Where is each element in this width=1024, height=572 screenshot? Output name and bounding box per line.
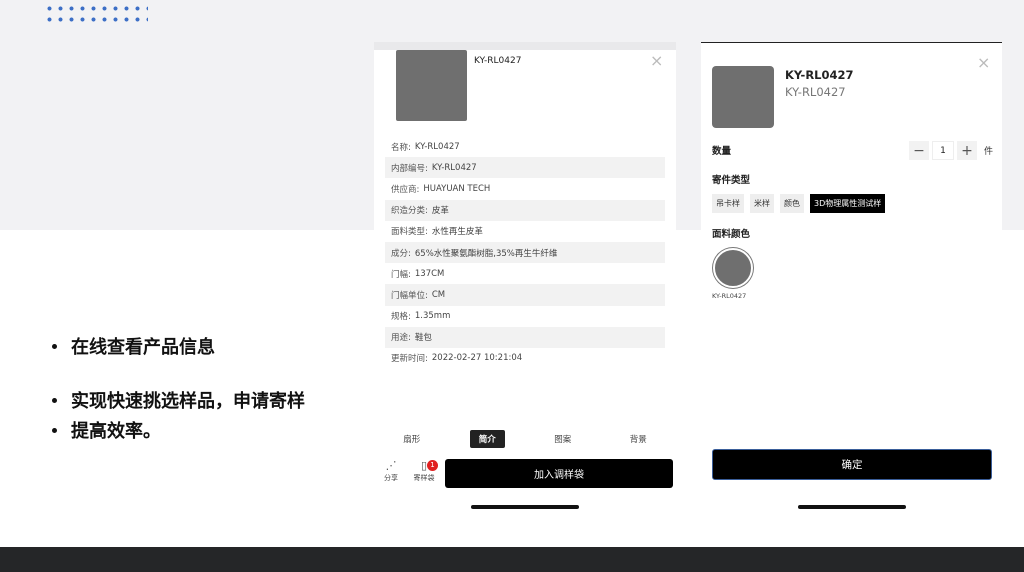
info-value: KY-RL0427	[414, 141, 460, 152]
header-shade	[374, 42, 676, 50]
info-key: 用途:	[391, 333, 411, 344]
info-value: 1.35mm	[414, 311, 451, 322]
info-key: 名称:	[391, 142, 411, 153]
bullet-item: 提高效率。	[52, 418, 352, 442]
type-option-hang-card[interactable]: 吊卡样	[712, 194, 744, 213]
info-key: 更新时间:	[391, 354, 428, 365]
bullet-dot-icon	[52, 397, 57, 403]
product-detail-screen: KY-RL0427 × 名称: KY-RL0427 内部编号: KY-RL0427 …	[374, 42, 676, 520]
info-key: 成分:	[391, 248, 411, 259]
info-row: 门幅单位: CM	[385, 284, 665, 306]
quantity-unit: 件	[984, 147, 994, 157]
info-value: 皮革	[431, 206, 449, 217]
type-option-3d-test[interactable]: 3D物理属性测试样	[810, 194, 886, 213]
info-row: 织造分类: 皮革	[385, 199, 665, 221]
increment-button[interactable]: +	[957, 141, 977, 160]
info-row: 内部编号: KY-RL0427	[385, 157, 665, 179]
bag-label: 寄样袋	[413, 474, 435, 482]
tab-background[interactable]: 背景	[621, 430, 656, 448]
close-icon[interactable]: ×	[650, 53, 663, 69]
product-code: KY-RL0427	[785, 85, 846, 99]
info-key: 面料类型:	[391, 227, 428, 238]
product-info-list: 名称: KY-RL0427 内部编号: KY-RL0427 供应商: HUAYUAN …	[385, 136, 665, 369]
info-value: 水性再生皮革	[431, 227, 483, 238]
bullet-item: 在线查看产品信息	[52, 334, 352, 358]
info-row: 门幅: 137CM	[385, 263, 665, 284]
info-row: 更新时间: 2022-02-27 10:21:04	[385, 348, 665, 369]
decorative-dots	[44, 3, 148, 25]
info-value: 137CM	[414, 268, 445, 279]
info-value: 65%水性聚氨酯树脂,35%再生牛纤维	[414, 248, 558, 259]
bag-count-badge: 1	[427, 460, 438, 471]
type-option-meter[interactable]: 米样	[750, 194, 774, 213]
share-icon: ⋰	[385, 459, 397, 472]
footer-band	[0, 547, 1024, 572]
bullet-text: 提高效率。	[71, 421, 161, 442]
tab-intro[interactable]: 简介	[469, 430, 505, 448]
type-option-color[interactable]: 颜色	[780, 194, 804, 213]
info-row: 供应商: HUAYUAN TECH	[385, 178, 665, 199]
quantity-input[interactable]: 1	[932, 141, 954, 160]
info-key: 规格:	[391, 312, 411, 323]
info-key: 门幅:	[391, 269, 411, 280]
feature-bullets: 在线查看产品信息 实现快速挑选样品，申请寄样 提高效率。	[52, 334, 352, 442]
info-row: 名称: KY-RL0427	[385, 136, 665, 157]
info-value: KY-RL0427	[431, 162, 477, 173]
shipment-type-options: 吊卡样 米样 颜色 3D物理属性测试样	[712, 194, 891, 213]
bottom-action-bar: ⋰ 分享 ▯ 1 寄样袋 加入调样袋	[374, 456, 676, 490]
quantity-stepper: − 1 + 件	[909, 141, 993, 160]
info-key: 门幅单位:	[391, 290, 428, 301]
quantity-label: 数量	[712, 146, 732, 157]
home-indicator	[471, 505, 579, 509]
info-value: 鞋包	[414, 333, 432, 344]
color-swatch-name: KY-RL0427	[712, 292, 747, 300]
bullet-item: 实现快速挑选样品，申请寄样	[52, 388, 352, 412]
info-value: HUAYUAN TECH	[423, 183, 491, 194]
info-row: 用途: 鞋包	[385, 326, 665, 348]
sample-bag-button[interactable]: ▯ 1 寄样袋	[409, 460, 439, 483]
product-title: KY-RL0427	[785, 68, 854, 82]
shipment-type-label: 寄件类型	[712, 175, 751, 186]
info-row: 面料类型: 水性再生皮革	[385, 221, 665, 242]
share-label: 分享	[384, 474, 398, 482]
decrement-button[interactable]: −	[909, 141, 929, 160]
product-thumbnail	[396, 50, 467, 121]
product-thumbnail	[712, 66, 774, 128]
bullet-dot-icon	[52, 343, 57, 349]
info-key: 内部编号:	[391, 163, 428, 174]
info-value: 2022-02-27 10:21:04	[431, 353, 523, 364]
bullet-text: 实现快速挑选样品，申请寄样	[71, 391, 305, 412]
confirm-button[interactable]: 确定	[712, 449, 992, 480]
home-indicator	[798, 505, 906, 509]
close-icon[interactable]: ×	[977, 55, 990, 71]
tab-pattern[interactable]: 图案	[545, 430, 580, 448]
info-key: 供应商:	[391, 184, 420, 195]
sample-request-screen: KY-RL0427 KY-RL0427 × 数量 − 1 + 件 寄件类型 吊卡…	[701, 42, 1002, 520]
info-row: 成分: 65%水性聚氨酯树脂,35%再生牛纤维	[385, 241, 665, 264]
fabric-color-label: 面料颜色	[712, 229, 751, 240]
bullet-dot-icon	[52, 427, 57, 433]
product-title: KY-RL0427	[474, 56, 522, 66]
color-swatch[interactable]	[713, 248, 753, 288]
detail-tabs: 扇形 简介 图案 背景	[374, 430, 676, 448]
info-value: CM	[431, 289, 446, 300]
bullet-text: 在线查看产品信息	[71, 337, 215, 358]
add-to-sample-bag-button[interactable]: 加入调样袋	[445, 459, 673, 488]
info-row: 规格: 1.35mm	[385, 306, 665, 327]
info-key: 织造分类:	[391, 206, 428, 217]
share-button[interactable]: ⋰ 分享	[376, 460, 406, 483]
tab-fan[interactable]: 扇形	[394, 430, 429, 448]
